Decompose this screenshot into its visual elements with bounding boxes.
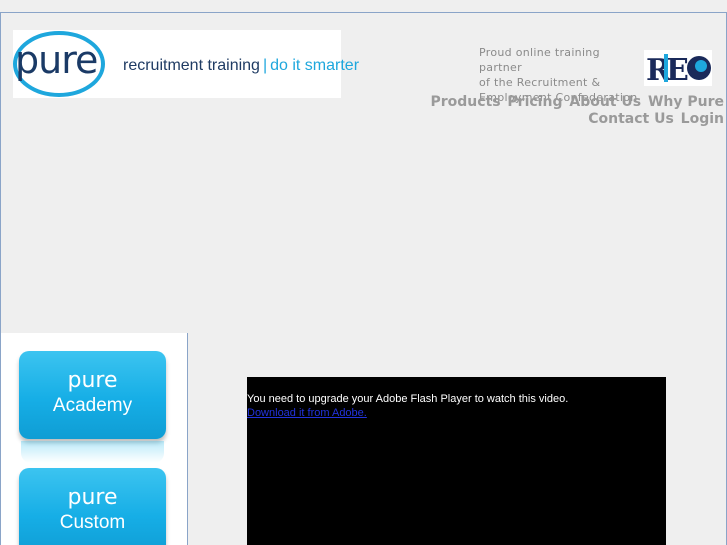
flash-upgrade-message: You need to upgrade your Adobe Flash Pla…: [247, 393, 569, 405]
rec-logo[interactable]: R E: [644, 50, 712, 88]
nav-products[interactable]: Products: [430, 94, 500, 110]
logo-word: pure: [15, 38, 98, 82]
logo-tagline-smart: do it smarter: [270, 57, 360, 74]
button-reflection: [21, 441, 164, 463]
pure-logo-mark: pure: [13, 30, 111, 98]
svg-text:E: E: [666, 53, 689, 86]
download-flash-link[interactable]: Download it from Adobe.: [247, 406, 666, 420]
pure-custom-button-line1: pure: [67, 485, 118, 510]
pure-custom-button[interactable]: pure Custom: [19, 468, 166, 545]
nav-about-us[interactable]: About Us: [569, 94, 641, 110]
nav-why-pure[interactable]: Why Pure: [648, 94, 724, 110]
video-player[interactable]: You need to upgrade your Adobe Flash Pla…: [247, 377, 666, 545]
nav-pricing[interactable]: Pricing: [507, 94, 562, 110]
logo-tagline-separator: |: [262, 57, 268, 74]
pure-academy-button-line2: Academy: [52, 395, 133, 416]
logo-tagline-main: recruitment training: [123, 57, 260, 74]
pure-academy-button-line1: pure: [67, 368, 118, 393]
nav-contact-us[interactable]: Contact Us: [588, 111, 674, 127]
logo-tagline: recruitment training | do it smarter: [123, 57, 359, 75]
site-logo[interactable]: pure recruitment training | do it smarter: [13, 30, 359, 98]
main-nav: Products Pricing About Us Why Pure Conta…: [400, 94, 724, 128]
rec-logo-icon: R E: [646, 53, 711, 88]
pure-custom-button-line2: Custom: [59, 512, 126, 533]
sidebar: pure Academy pure Custom: [1, 333, 188, 545]
partner-line-2: of the Recruitment &: [479, 76, 601, 89]
partner-line-1: Proud online training partner: [479, 46, 600, 74]
nav-login[interactable]: Login: [681, 111, 724, 127]
pure-academy-button[interactable]: pure Academy: [19, 351, 166, 439]
